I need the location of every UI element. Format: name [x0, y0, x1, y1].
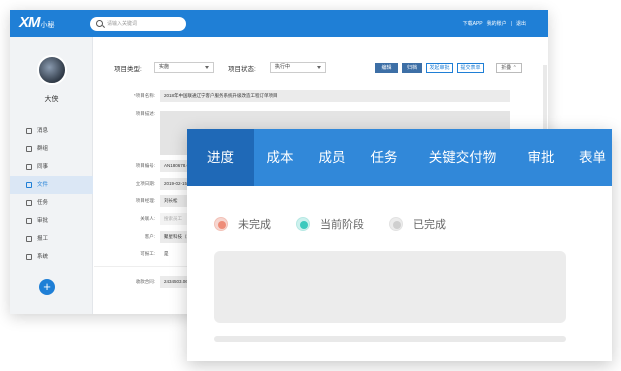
search-box[interactable]: 请输入关键词 — [90, 17, 186, 31]
chevron-up-icon: ⌃ — [512, 65, 517, 71]
project-status-label: 项目状态: — [228, 66, 256, 73]
sidebar-item-reports[interactable]: 报工 — [10, 230, 93, 248]
search-icon — [96, 20, 103, 27]
progress-stage-panel — [214, 251, 566, 323]
search-input[interactable]: 请输入关键词 — [107, 20, 137, 27]
amount-label: 收款合同: — [135, 279, 155, 284]
tab-progress[interactable]: 进度 — [187, 129, 254, 186]
name-label: *项目名称: — [133, 93, 155, 98]
billing-value: 是 — [164, 251, 169, 256]
tab-cost[interactable]: 成本 — [254, 129, 306, 186]
completed-dot-icon — [389, 217, 403, 231]
code-label: 项目编号: — [135, 163, 155, 168]
system-icon — [26, 254, 32, 260]
sidebar-item-tasks[interactable]: 任务 — [10, 194, 93, 212]
incomplete-dot-icon — [214, 217, 228, 231]
add-button[interactable]: + — [39, 279, 55, 295]
start-approval-button[interactable]: 发起审批 — [426, 63, 453, 73]
logout-link[interactable]: 退出 — [516, 21, 526, 27]
sidebar-nav: 消息 群组 同事 文件 任务 审批 报工 系统 — [10, 122, 93, 266]
progress-bar — [214, 336, 566, 342]
sidebar-item-files[interactable]: 文件 — [10, 176, 93, 194]
current-stage-dot-icon — [296, 217, 310, 231]
my-account-link[interactable]: 我的账户 — [487, 21, 507, 27]
approval-icon — [26, 218, 32, 224]
related-label: 关联人: — [140, 216, 155, 221]
archive-button[interactable]: 归档 — [402, 63, 422, 73]
message-icon — [26, 128, 32, 134]
sidebar-item-approvals[interactable]: 审批 — [10, 212, 93, 230]
user-name: 大侠 — [44, 96, 59, 103]
group-icon — [26, 146, 32, 152]
sidebar: 大侠 消息 群组 同事 文件 任务 审批 报工 系统 + — [10, 37, 93, 314]
billing-label: 可报工: — [140, 251, 155, 256]
manager-label: 项目经理: — [135, 198, 155, 203]
tab-members[interactable]: 成员 — [306, 129, 358, 186]
download-app-link[interactable]: 下载APP — [463, 21, 483, 27]
tab-deliverables[interactable]: 关键交付物 — [410, 129, 515, 186]
description-label: 项目描述: — [135, 111, 155, 116]
sidebar-item-groups[interactable]: 群组 — [10, 140, 93, 158]
app-logo[interactable]: XM小秘 — [19, 14, 55, 31]
customer-label: 客户: — [144, 234, 155, 239]
task-icon — [26, 200, 32, 206]
screenshot-stage: XM小秘 请输入关键词 下载APP 我的账户 | 退出 大侠 消息 群组 同事 文件 … — [0, 0, 621, 371]
project-status-select[interactable]: 执行中 — [270, 62, 326, 73]
project-type-select[interactable]: 实施 — [154, 62, 214, 73]
file-icon — [26, 182, 32, 188]
top-links: 下载APP 我的账户 | 退出 — [459, 20, 526, 27]
top-bar: XM小秘 请输入关键词 下载APP 我的账户 | 退出 — [10, 10, 548, 37]
legend-incomplete: 未完成 — [238, 219, 271, 231]
legend-current-stage: 当前阶段 — [320, 219, 364, 231]
avatar[interactable] — [37, 55, 67, 85]
sidebar-item-messages[interactable]: 消息 — [10, 122, 93, 140]
submit-form-button[interactable]: 提交表单 — [457, 63, 484, 73]
progress-card: 进度 成本 成员 任务 关键交付物 审批 表单 未完成 当前阶段 已完成 — [187, 129, 612, 361]
tab-forms[interactable]: 表单 — [567, 129, 612, 186]
date-label: 立项日期: — [135, 181, 155, 186]
sidebar-item-system[interactable]: 系统 — [10, 248, 93, 266]
tab-bar: 进度 成本 成员 任务 关键交付物 审批 表单 — [187, 129, 612, 186]
project-type-label: 项目类型: — [114, 66, 142, 73]
sidebar-item-colleagues[interactable]: 同事 — [10, 158, 93, 176]
edit-button[interactable]: 编辑 — [375, 63, 398, 73]
report-icon — [26, 236, 32, 242]
colleague-icon — [26, 164, 32, 170]
collapse-button[interactable]: 折叠 ⌃ — [496, 63, 522, 73]
tab-approvals[interactable]: 审批 — [515, 129, 567, 186]
link-separator: | — [510, 21, 512, 27]
legend-completed: 已完成 — [413, 219, 446, 231]
tab-tasks[interactable]: 任务 — [358, 129, 410, 186]
name-field[interactable]: 2018年中国联通辽宁客户服务系统升级改造工程订单项目 — [160, 90, 510, 102]
